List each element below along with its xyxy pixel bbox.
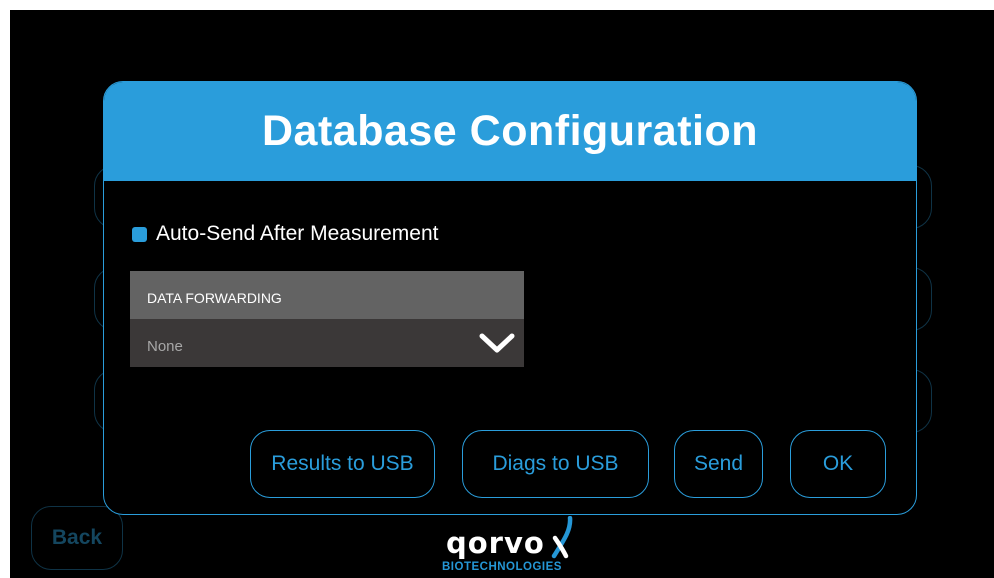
send-label: Send bbox=[693, 452, 744, 475]
auto-send-checkbox[interactable] bbox=[132, 226, 147, 242]
diags-to-usb-label: Diags to USB bbox=[492, 452, 619, 475]
diags-to-usb-button[interactable]: Diags to USB bbox=[462, 430, 649, 498]
auto-send-label: Auto-Send After Measurement bbox=[156, 222, 439, 245]
device-screen: Back qorvo BIOTECHNOLOGIES Database Conf… bbox=[10, 10, 994, 578]
ok-label: OK bbox=[822, 452, 854, 475]
auto-send-checkbox-row[interactable]: Auto-Send After Measurement bbox=[132, 222, 439, 246]
dialog-header: Database Configuration bbox=[104, 82, 916, 181]
send-button[interactable]: Send bbox=[674, 430, 763, 498]
data-forwarding-dropdown: DATA FORWARDING None bbox=[130, 271, 524, 367]
results-to-usb-label: Results to USB bbox=[271, 452, 414, 475]
back-button[interactable]: Back bbox=[31, 506, 123, 570]
qorvo-logo: qorvo BIOTECHNOLOGIES bbox=[440, 516, 580, 576]
dialog-title: Database Configuration bbox=[262, 107, 758, 155]
logo-subtitle: BIOTECHNOLOGIES bbox=[442, 561, 562, 573]
data-forwarding-label: DATA FORWARDING bbox=[130, 271, 524, 319]
results-to-usb-button[interactable]: Results to USB bbox=[250, 430, 435, 498]
data-forwarding-select[interactable]: None bbox=[130, 319, 524, 367]
ok-button[interactable]: OK bbox=[790, 430, 886, 498]
logo-wordmark: qorvo bbox=[446, 526, 545, 560]
qorvo-logo-mark-icon bbox=[551, 516, 573, 559]
back-button-label: Back bbox=[51, 526, 103, 549]
database-config-dialog: Database Configuration Auto-Send After M… bbox=[103, 81, 917, 515]
data-forwarding-selected-value: None bbox=[147, 338, 183, 355]
chevron-down-icon[interactable] bbox=[477, 331, 517, 355]
